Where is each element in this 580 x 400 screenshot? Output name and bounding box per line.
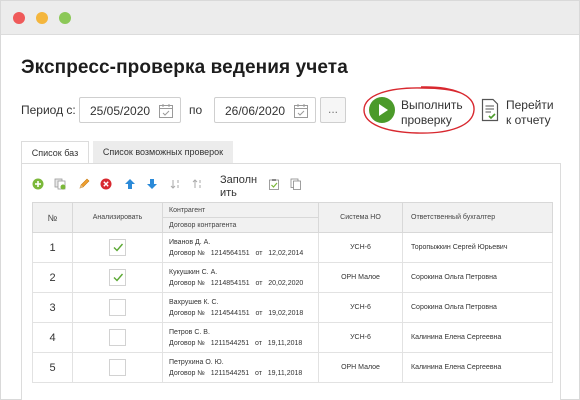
sort-desc-icon[interactable] (192, 178, 204, 190)
report-label-line2: к отчету (506, 113, 551, 127)
row-number: 5 (32, 352, 73, 383)
contragent-name: Петров С. В. (169, 328, 210, 336)
analyze-checkbox[interactable] (109, 239, 126, 256)
maximize-window-button[interactable] (59, 12, 71, 24)
report-label-line1: Перейти (506, 98, 554, 112)
accountant-cell: Сорокина Ольга Петровна (402, 292, 553, 323)
fill-button[interactable]: Заполн ить (220, 174, 257, 200)
contragent-name: Иванов Д. А. (169, 238, 211, 246)
run-check-label-line1: Выполнить (401, 98, 463, 112)
report-document-icon[interactable] (481, 98, 499, 122)
contract-text: Договор № 1214854151 от 20,02,2020 (169, 279, 304, 287)
run-check-button[interactable]: Выполнить проверку (401, 98, 463, 128)
fill-label-line2: ить (220, 187, 237, 199)
row-number: 1 (32, 232, 73, 263)
tax-system-cell: ОРН Малое (318, 352, 403, 383)
analyze-checkbox[interactable] (109, 329, 126, 346)
table-row[interactable]: 5 Петрухина О. Ю. Договор № 1211544251 о… (32, 352, 553, 383)
add-icon[interactable] (32, 178, 44, 190)
paste-icon[interactable] (268, 178, 280, 190)
sort-asc-icon[interactable] (170, 178, 182, 190)
contract-text: Договор № 1211544251 от 19,11,2018 (169, 369, 303, 377)
analyze-checkbox[interactable] (109, 299, 126, 316)
checkmark-icon (113, 273, 124, 282)
column-header-analyze[interactable]: Анализировать (72, 202, 163, 233)
contragent-name: Вахрушев К. С. (169, 298, 219, 306)
period-select-button[interactable]: ... (320, 97, 346, 123)
column-header-tax-system[interactable]: Система НО (318, 202, 403, 233)
contract-text: Договор № 1211544251 от 19,11,2018 (169, 339, 303, 347)
tab-possible-checks[interactable]: Список возможных проверок (93, 141, 233, 163)
go-to-report-button[interactable]: Перейти к отчету (506, 98, 554, 128)
delete-icon[interactable] (100, 178, 112, 190)
tax-system-cell: УСН-6 (318, 232, 403, 263)
calendar-icon[interactable] (293, 103, 309, 119)
move-down-icon[interactable] (146, 178, 158, 190)
run-check-label-line2: проверку (401, 113, 452, 127)
row-number: 4 (32, 322, 73, 353)
fill-label-line1: Заполн (220, 174, 258, 186)
date-from-input[interactable]: 25/05/2020 (79, 97, 181, 123)
column-header-contract[interactable]: Договор контрагента (162, 217, 319, 233)
date-to-value: 26/06/2020 (225, 104, 286, 118)
tabs-area: Список баз Список возможных проверок Зап… (21, 141, 561, 400)
tax-system-cell: УСН-6 (318, 292, 403, 323)
period-to-label: по (189, 103, 203, 117)
row-number: 2 (32, 262, 73, 293)
edit-icon[interactable] (78, 178, 90, 190)
database-table: № Анализировать Контрагент Система НО От… (32, 202, 553, 383)
contragent-name: Петрухина О. Ю. (169, 358, 224, 366)
run-check-play-icon[interactable] (369, 97, 395, 123)
contragent-name: Кукушкин С. А. (169, 268, 218, 276)
table-row[interactable]: 4 Петров С. В. Договор № 1211544251 от 1… (32, 322, 553, 353)
minimize-window-button[interactable] (36, 12, 48, 24)
title-bar (1, 1, 579, 35)
contract-text: Договор № 1214544151 от 19,02,2018 (169, 309, 304, 317)
row-number: 3 (32, 292, 73, 323)
table-row[interactable]: 3 Вахрушев К. С. Договор № 1214544151 от… (32, 292, 553, 323)
move-up-icon[interactable] (124, 178, 136, 190)
accountant-cell: Калинина Елена Сергеевна (402, 322, 553, 353)
tab-database-list[interactable]: Список баз (21, 141, 89, 163)
accountant-cell: Калинина Елена Сергеевна (402, 352, 553, 383)
document-icon[interactable] (290, 178, 302, 190)
page-title: Экспресс-проверка ведения учета (21, 57, 348, 78)
copy-icon[interactable] (54, 178, 66, 190)
checkmark-icon (113, 243, 124, 252)
close-window-button[interactable] (13, 12, 25, 24)
accountant-cell: Торопыжкин Сергей Юрьевич (402, 232, 553, 263)
app-window: Экспресс-проверка ведения учета Период с… (0, 0, 580, 400)
table-row[interactable]: 1 Иванов Д. А. Договор № 1214564151 от 1… (32, 232, 553, 263)
analyze-checkbox[interactable] (109, 359, 126, 376)
tax-system-cell: УСН-6 (318, 322, 403, 353)
calendar-icon[interactable] (158, 103, 174, 119)
table-toolbar: Заполн ить (32, 172, 552, 200)
analyze-checkbox[interactable] (109, 269, 126, 286)
date-from-value: 25/05/2020 (90, 104, 151, 118)
accountant-cell: Сорокина Ольга Петровна (402, 262, 553, 293)
contract-text: Договор № 1214564151 от 12,02,2014 (169, 249, 304, 257)
table-row[interactable]: 2 Кукушкин С. А. Договор № 1214854151 от… (32, 262, 553, 293)
column-header-contragent[interactable]: Контрагент (162, 202, 319, 218)
date-to-input[interactable]: 26/06/2020 (214, 97, 316, 123)
column-header-accountant[interactable]: Ответственный бухгалтер (402, 202, 553, 233)
tax-system-cell: ОРН Малое (318, 262, 403, 293)
database-list-panel: Заполн ить № Анализировать Контрагент Си… (21, 163, 561, 400)
column-header-num[interactable]: № (32, 202, 73, 233)
period-from-label: Период с: (21, 103, 76, 117)
